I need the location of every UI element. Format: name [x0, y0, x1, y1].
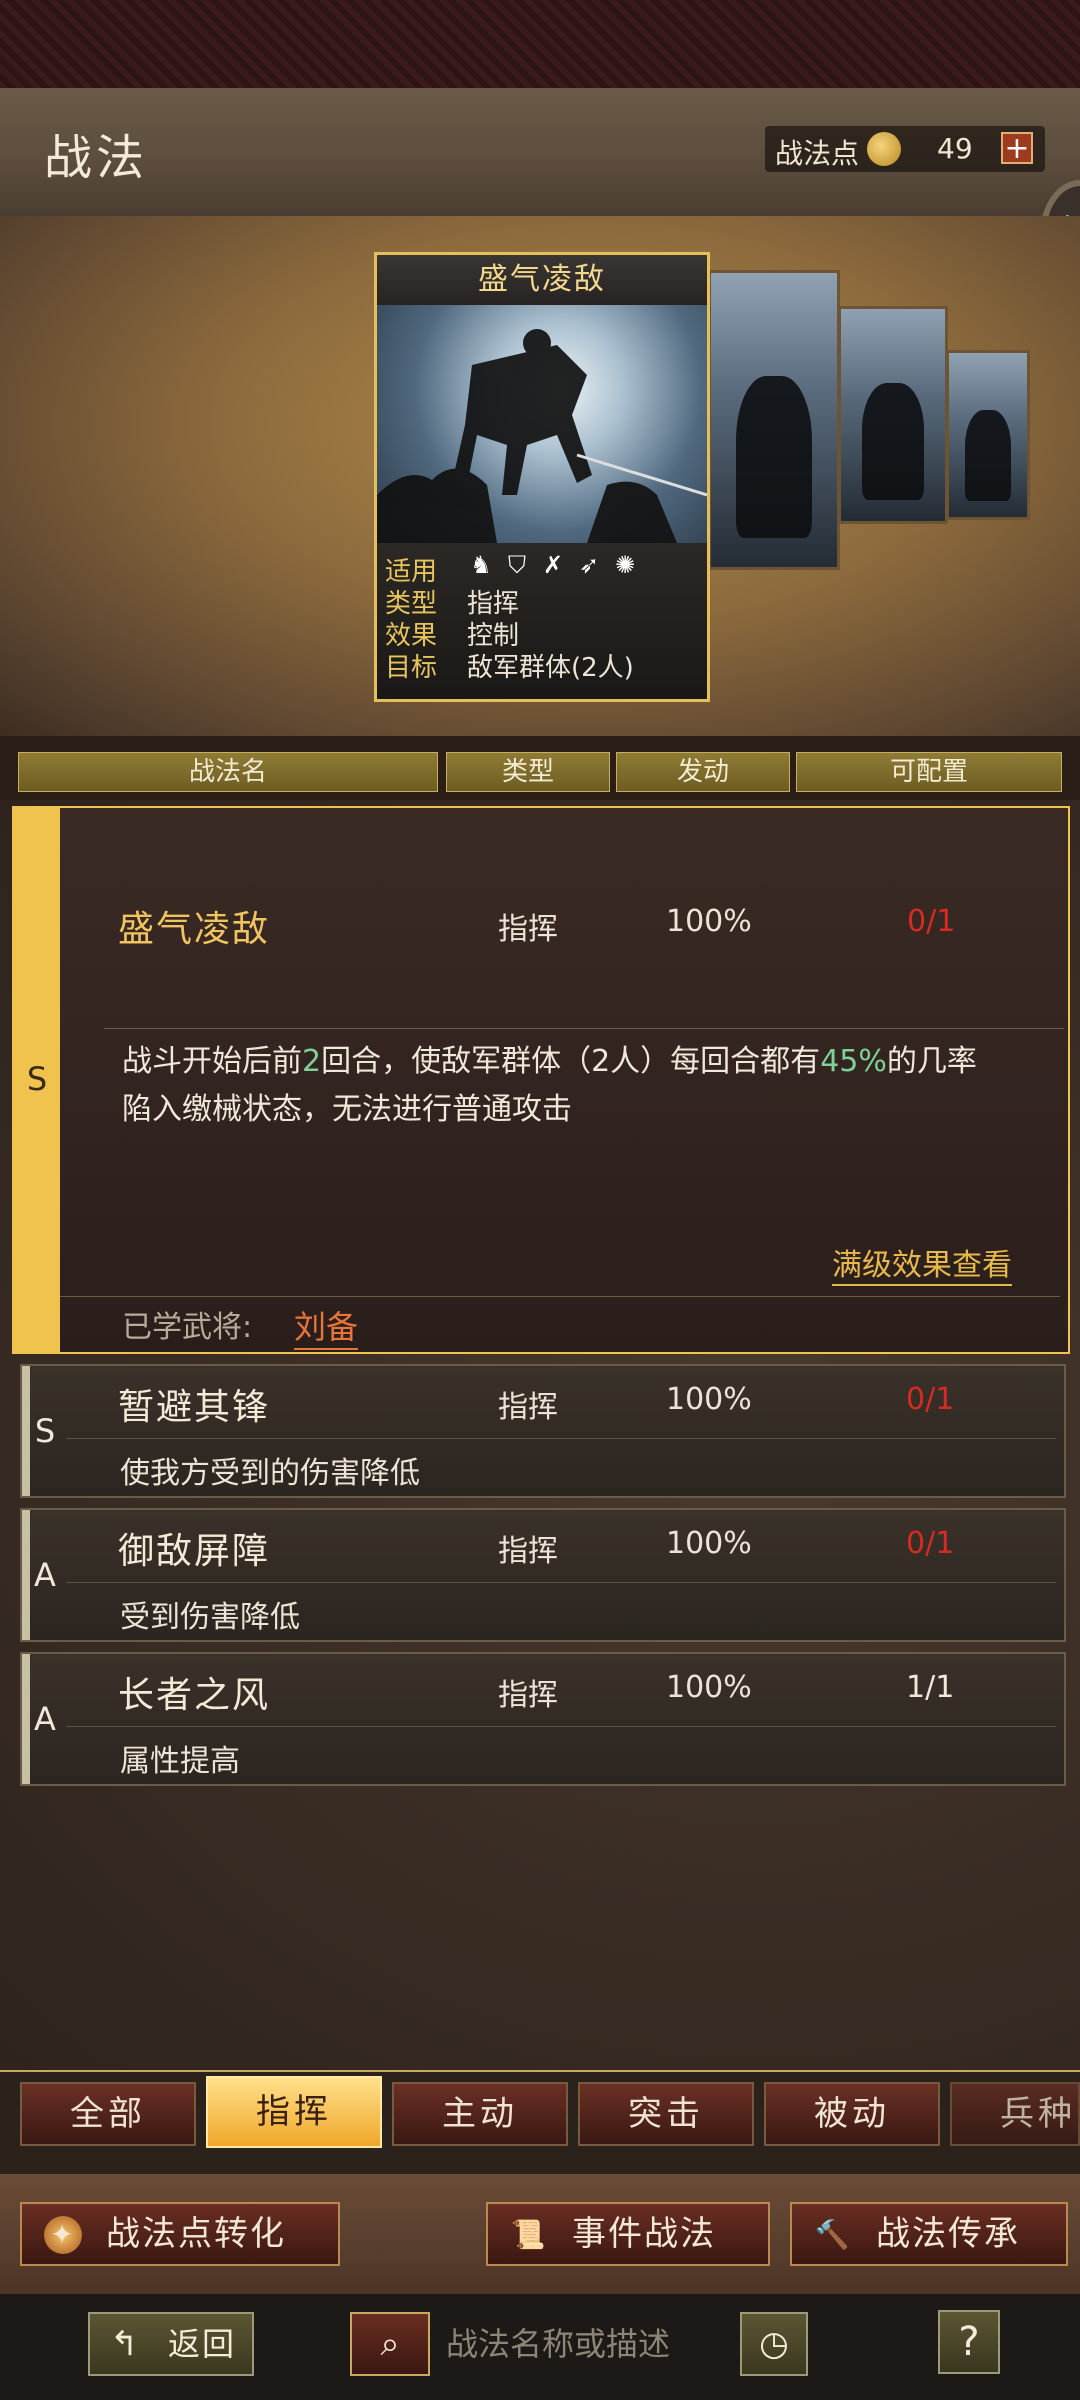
tactic-name: 御敌屏障: [118, 1531, 271, 1572]
grade-label: A: [34, 1700, 56, 1738]
divider: [60, 1296, 1060, 1297]
card-showcase: 盛气凌敌 适用 ♞ ⛉ ✗ ➶ ✺ 类型 指挥 效果 控制 目标 敌军群体(2人…: [0, 216, 1080, 736]
tactic-config-count: 0/1: [906, 1382, 955, 1417]
card-artwork: [377, 305, 707, 543]
tactic-config-count: 0/1: [906, 1526, 955, 1561]
column-header-name[interactable]: 战法名: [18, 752, 438, 792]
top-decor-strip: [0, 0, 1080, 88]
help-button[interactable]: ?: [938, 2310, 1000, 2374]
column-header-trigger[interactable]: 发动: [616, 752, 790, 792]
tactic-row-selected[interactable]: S 盛气凌敌 指挥 100% 0/1 战斗开始后前2回合，使敌军群体（2人）每回…: [12, 806, 1070, 1354]
cavalry-icon: ♞: [470, 551, 492, 579]
divider: [104, 1028, 1064, 1029]
grade-label: A: [34, 1556, 56, 1594]
tactic-description: 受到伤害降低: [120, 1600, 300, 1635]
tab-troop-type[interactable]: 兵种: [950, 2082, 1080, 2146]
tactic-name: 暂避其锋: [118, 1387, 271, 1428]
tactic-type: 指挥: [498, 1678, 558, 1713]
divider: [66, 1582, 1056, 1583]
tactic-row[interactable]: A 长者之风 指挥 100% 1/1 属性提高: [20, 1652, 1066, 1786]
tactic-card[interactable]: 盛气凌敌 适用 ♞ ⛉ ✗ ➶ ✺ 类型 指挥 效果 控制 目标 敌军群体(2人…: [374, 252, 710, 702]
back-arrow-icon: ↰: [110, 2324, 139, 2364]
tab-command[interactable]: 指挥: [206, 2076, 382, 2148]
grade-label: S: [34, 1412, 56, 1450]
divider: [66, 1438, 1056, 1439]
tactic-type: 指挥: [498, 912, 558, 947]
tactic-inherit-button[interactable]: 🔨 战法传承: [790, 2202, 1068, 2266]
scroll-icon: 📜: [510, 2218, 548, 2251]
tactic-trigger-rate: 100%: [666, 1526, 752, 1561]
card-thumb-3[interactable]: [838, 306, 948, 524]
search-icon[interactable]: ⌕: [350, 2312, 430, 2376]
column-header-type[interactable]: 类型: [446, 752, 610, 792]
grade-bar: [22, 1654, 30, 1784]
tactic-name: 盛气凌敌: [118, 909, 271, 950]
filter-tabs: 全部 指挥 主动 突击 被动 兵种: [0, 2070, 1080, 2176]
page-title: 战法: [44, 130, 149, 186]
tactic-points-value: 49: [937, 132, 973, 165]
tactic-description: 使我方受到的伤害降低: [120, 1456, 420, 1491]
event-tactics-button[interactable]: 📜 事件战法: [486, 2202, 770, 2266]
back-button[interactable]: ↰ 返回: [88, 2312, 254, 2376]
tactic-config-count: 0/1: [907, 904, 956, 939]
tactic-points-label: 战法点: [775, 137, 860, 170]
tactic-type: 指挥: [498, 1534, 558, 1569]
tab-all[interactable]: 全部: [20, 2082, 196, 2146]
horseman-silhouette: [377, 329, 707, 543]
spear-icon: ➶: [578, 551, 600, 579]
coin-icon: [867, 132, 901, 166]
chariot-icon: ✺: [614, 551, 636, 579]
tab-assault[interactable]: 突击: [578, 2082, 754, 2146]
grade-label: S: [26, 1060, 48, 1098]
tactic-description: 属性提高: [120, 1744, 240, 1779]
tactic-trigger-rate: 100%: [666, 1382, 752, 1417]
card-thumb-2[interactable]: [708, 270, 840, 570]
tab-passive[interactable]: 被动: [764, 2082, 940, 2146]
convert-points-button[interactable]: ✦ 战法点转化: [20, 2202, 340, 2266]
tactic-trigger-rate: 100%: [666, 904, 752, 939]
card-info: 适用 ♞ ⛉ ✗ ➶ ✺ 类型 指挥 效果 控制 目标 敌军群体(2人): [377, 543, 707, 699]
search-input[interactable]: [436, 2314, 726, 2374]
divider: [66, 1726, 1056, 1727]
tactic-points-box: 战法点 49 +: [765, 126, 1045, 172]
unit-icons: ♞ ⛉ ✗ ➶ ✺: [467, 551, 697, 581]
tactic-name: 长者之风: [118, 1675, 271, 1716]
tactic-description: 战斗开始后前2回合，使敌军群体（2人）每回合都有45%的几率 陷入缴械状态，无法进…: [122, 1044, 977, 1127]
fire-coin-icon: ✦: [44, 2216, 82, 2254]
grade-bar: [22, 1366, 30, 1496]
max-level-effect-link[interactable]: 满级效果查看: [832, 1240, 1012, 1286]
tactic-config-count: 1/1: [906, 1670, 955, 1705]
tactic-type: 指挥: [498, 1390, 558, 1425]
tab-active[interactable]: 主动: [392, 2082, 568, 2146]
learned-generals-label: 已学武将:: [122, 1310, 253, 1345]
card-info-key-target: 目标: [385, 653, 438, 683]
search-bar: ⌕ ◷: [350, 2312, 812, 2378]
grade-bar: [22, 1510, 30, 1640]
tactic-trigger-rate: 100%: [666, 1670, 752, 1705]
shield-icon: ⛉: [508, 551, 526, 579]
card-title: 盛气凌敌: [377, 255, 707, 305]
history-clock-icon[interactable]: ◷: [740, 2312, 808, 2376]
card-info-target: 敌军群体(2人): [467, 653, 634, 683]
tactic-row[interactable]: S 暂避其锋 指挥 100% 0/1 使我方受到的伤害降低: [20, 1364, 1066, 1498]
learned-general-link[interactable]: 刘备: [294, 1302, 359, 1350]
bow-icon: ✗: [542, 551, 564, 579]
hammer-icon: 🔨: [814, 2218, 852, 2251]
bottom-nav: ↰ 返回 ⌕ ◷ ?: [0, 2294, 1080, 2400]
card-thumb-4[interactable]: [946, 350, 1030, 520]
column-header-config[interactable]: 可配置: [796, 752, 1062, 792]
header: 战法 战法点 49 +: [0, 88, 1080, 218]
add-points-button[interactable]: +: [1001, 132, 1033, 164]
tactic-row[interactable]: A 御敌屏障 指挥 100% 0/1 受到伤害降低: [20, 1508, 1066, 1642]
action-bar: ✦ 战法点转化 📜 事件战法 🔨 战法传承: [0, 2174, 1080, 2294]
